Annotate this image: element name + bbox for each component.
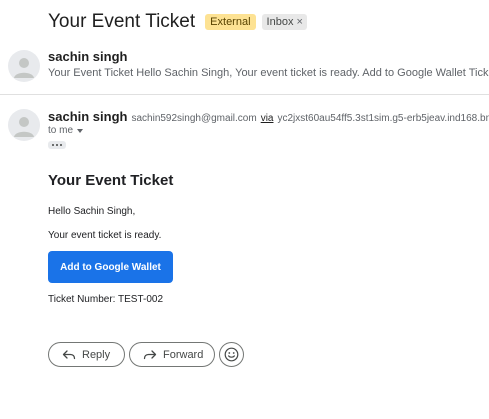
email-body-heading: Your Event Ticket — [48, 172, 174, 189]
inbox-label[interactable]: Inbox × — [261, 14, 307, 30]
remove-label-icon[interactable]: × — [296, 16, 302, 28]
sender-name: sachin singh — [48, 109, 128, 124]
ticket-number: Ticket Number: TEST-002 — [48, 294, 164, 305]
email-message: Your event ticket is ready. — [48, 230, 162, 241]
subject-row: Your Event Ticket External Inbox × — [48, 11, 307, 33]
ellipsis-icon — [56, 144, 58, 146]
recipient-details-toggle[interactable]: to me — [48, 125, 84, 136]
forward-button[interactable]: Forward — [129, 342, 215, 367]
emoji-reaction-button[interactable] — [219, 342, 244, 367]
reply-button[interactable]: Reply — [48, 342, 125, 367]
chevron-down-icon[interactable] — [77, 128, 84, 133]
add-to-google-wallet-button[interactable]: Add to Google Wallet — [48, 251, 173, 283]
reply-label: Reply — [82, 348, 111, 361]
via-link[interactable]: via — [261, 113, 274, 124]
message-divider — [0, 94, 489, 95]
sender-avatar[interactable] — [8, 50, 40, 82]
forward-arrow-icon — [143, 348, 157, 362]
person-avatar-icon — [14, 58, 34, 78]
external-label: External — [205, 14, 256, 30]
via-domain: yc2jxst60au54ff5.3st1sim.g5-erb5jeav.ind… — [277, 113, 489, 124]
ellipsis-icon — [52, 144, 54, 146]
show-trimmed-content-button[interactable] — [48, 141, 66, 149]
recipient-label: to me — [48, 125, 74, 136]
forward-label: Forward — [163, 348, 204, 361]
ellipsis-icon — [60, 144, 62, 146]
sender-email: sachin592singh@gmail.com — [131, 113, 257, 124]
reply-arrow-icon — [62, 348, 76, 362]
inbox-label-text: Inbox — [266, 16, 294, 28]
email-greeting: Hello Sachin Singh, — [48, 206, 136, 217]
message-header: sachin singh sachin592singh@gmail.com vi… — [48, 109, 489, 124]
person-avatar-icon — [14, 117, 34, 137]
collapsed-message-sender[interactable]: sachin singh — [48, 49, 127, 64]
collapsed-message-snippet[interactable]: Your Event Ticket Hello Sachin Singh, Yo… — [48, 67, 489, 79]
email-subject: Your Event Ticket — [48, 11, 196, 32]
smiley-face-icon — [224, 347, 239, 362]
sender-avatar[interactable] — [8, 109, 40, 141]
